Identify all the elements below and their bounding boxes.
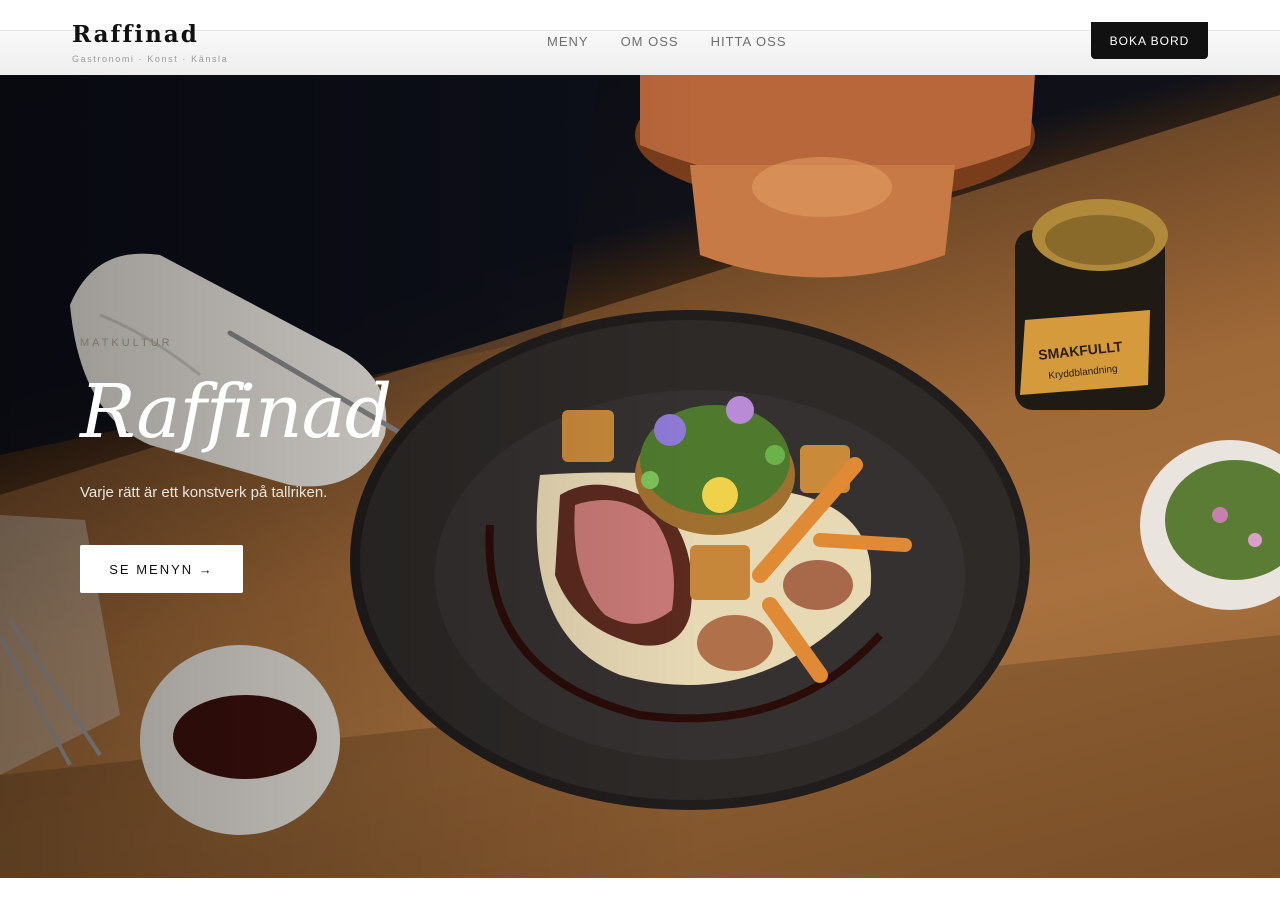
page: Raffinad Gastronomi · Konst · Känsla MEN…: [0, 0, 1280, 900]
main-nav: MENY OM OSS HITTA OSS: [547, 34, 787, 50]
page-bottom-strip: [0, 878, 1280, 900]
nav-item-om-oss[interactable]: OM OSS: [621, 34, 679, 50]
brand-logo[interactable]: Raffinad Gastronomi · Konst · Känsla: [72, 20, 228, 64]
book-table-button[interactable]: BOKA BORD: [1091, 22, 1208, 59]
brand-tagline: Gastronomi · Konst · Känsla: [72, 54, 229, 64]
see-menu-button[interactable]: SE MENYN →: [80, 545, 243, 593]
hero-subtitle: Varje rätt är ett konstverk på tallriken…: [80, 484, 328, 501]
hero-eyebrow: MATKULTUR: [80, 337, 173, 349]
hero-shade: [0, 75, 700, 878]
brand-name: Raffinad: [72, 21, 199, 48]
hero-title: Raffinad: [80, 369, 392, 455]
nav-item-meny[interactable]: MENY: [547, 34, 589, 50]
nav-item-hitta-oss[interactable]: HITTA OSS: [711, 34, 787, 50]
site-header: Raffinad Gastronomi · Konst · Känsla MEN…: [0, 0, 1280, 75]
hero-section: SMAKFULLT Kryddblandning MATKULTUR Raffi…: [0, 75, 1280, 878]
